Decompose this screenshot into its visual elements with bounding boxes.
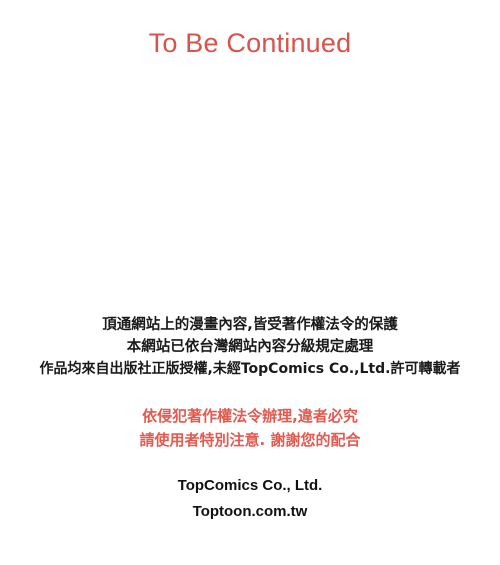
- copyright-notice-line-3: 作品均來自出版社正版授權,未經TopComics Co.,Ltd.許可轉載者: [39, 361, 461, 377]
- company-name: TopComics Co., Ltd.: [177, 477, 323, 494]
- legal-warning-line-1: 依侵犯著作權法令辦理,違者必究: [142, 407, 358, 425]
- company-website: Toptoon.com.tw: [192, 503, 308, 520]
- copyright-notice-line-1: 頂通網站上的漫畫內容,皆受著作權法令的保護: [102, 317, 398, 333]
- copyright-notice-line-2: 本網站已依台灣網站內容分級規定處理: [126, 339, 374, 355]
- legal-warning-line-2: 請使用者特別注意. 謝謝您的配合: [139, 431, 361, 449]
- to-be-continued-title: To Be Continued: [148, 28, 352, 58]
